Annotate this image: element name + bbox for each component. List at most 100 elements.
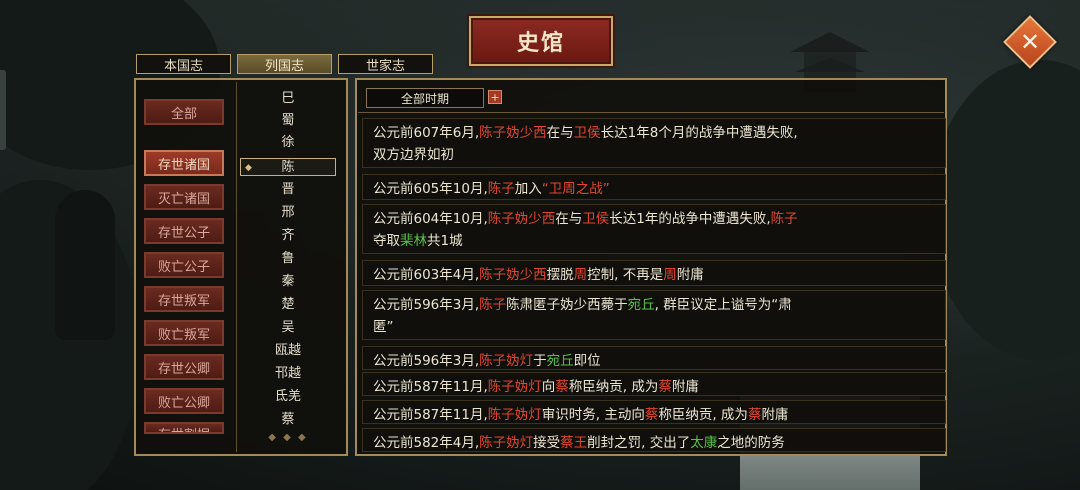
record-text: 公元前587年11月,	[373, 379, 488, 395]
country-item[interactable]: 鲁	[240, 250, 336, 268]
tab-noble-houses[interactable]: 世家志	[338, 54, 433, 74]
record-line: 公元前603年4月,陈子妫少西摆脱周控制, 不再是周附庸	[373, 264, 945, 286]
place-name: 棐林	[400, 233, 427, 249]
record-line: 公元前605年10月,陈子加入“卫周之战”	[373, 178, 945, 200]
scroll-ornament-icon: ◆ ◆ ◆	[268, 432, 308, 443]
history-record-row: 公元前603年4月,陈子妫少西摆脱周控制, 不再是周附庸	[362, 260, 946, 286]
expand-filter-button[interactable]: +	[488, 90, 502, 104]
page-title: 史馆	[469, 16, 613, 66]
category-existing-rebels-button[interactable]: 存世叛军	[144, 286, 224, 312]
country-item[interactable]: 楚	[240, 296, 336, 314]
entity-name: 蔡	[747, 407, 762, 423]
filter-divider	[358, 112, 944, 113]
record-text: 称臣纳贡, 成为	[568, 379, 659, 395]
record-text: 公元前607年6月,	[373, 125, 480, 141]
history-record-row: 公元前582年4月,陈子妫灯接受蔡王削封之罚, 交出了太康之地的防务	[362, 428, 946, 452]
record-text: 控制, 不再是	[587, 267, 664, 283]
entity-name: 卫侯	[582, 211, 610, 227]
country-item[interactable]: 徐	[240, 134, 336, 152]
side-handle[interactable]	[0, 70, 6, 150]
tab-own-country[interactable]: 本国志	[136, 54, 231, 74]
history-record-row: 公元前587年11月,陈子妫灯向蔡称臣纳贡, 成为蔡附庸	[362, 372, 946, 396]
record-text: 之地的防务	[717, 435, 785, 451]
entity-name: “卫周之战”	[541, 181, 610, 197]
category-existing-warlords-button[interactable]: 存世割据	[144, 422, 224, 434]
selected-diamond-icon: ◆	[245, 163, 252, 173]
country-item[interactable]: 蔡	[240, 411, 336, 429]
record-text: 陈肃匿子妫少西薨于	[506, 297, 628, 313]
entity-name: 周	[573, 267, 588, 283]
record-text: , 群臣议定上谥号为“肃	[654, 297, 792, 313]
record-line: 匿”	[373, 316, 945, 338]
country-list[interactable]: 巳 蜀 徐 ◆ 陈 晋 邢 齐 鲁 秦 楚 吴 瓯越 邗越 氐羌 蔡	[240, 88, 336, 430]
category-fallen-princes-button[interactable]: 败亡公子	[144, 252, 224, 278]
entity-name: 周	[663, 267, 677, 283]
category-existing-princes-button[interactable]: 存世公子	[144, 218, 224, 244]
record-text: 附庸	[671, 379, 699, 395]
history-record-row: 公元前587年11月,陈子妫灯审识时务, 主动向蔡称臣纳贡, 成为蔡附庸	[362, 400, 946, 424]
country-item[interactable]: 吴	[240, 319, 336, 337]
entity-name: 蔡	[555, 379, 569, 395]
record-text: 公元前596年3月,	[373, 353, 480, 369]
record-text: 夺取	[373, 233, 400, 249]
record-text: 附庸	[761, 407, 789, 423]
record-text: 称臣纳贡, 成为	[658, 407, 748, 423]
history-record-row: 公元前596年3月,陈子妫灯于宛丘即位	[362, 346, 946, 370]
tab-bar: 本国志 列国志 世家志	[136, 54, 433, 74]
entity-name: 陈子	[770, 211, 798, 227]
record-line: 公元前604年10月,陈子妫少西在与卫侯长达1年的战争中遭遇失败,陈子	[373, 208, 945, 230]
category-fallen-ministers-button[interactable]: 败亡公卿	[144, 388, 224, 414]
record-line: 公元前587年11月,陈子妫灯审识时务, 主动向蔡称臣纳贡, 成为蔡附庸	[373, 404, 945, 426]
history-record-row: 公元前605年10月,陈子加入“卫周之战”	[362, 174, 946, 200]
record-line: 公元前596年3月,陈子妫灯于宛丘即位	[373, 350, 945, 372]
character-silhouette	[55, 190, 115, 340]
record-line: 公元前596年3月,陈子陈肃匿子妫少西薨于宛丘, 群臣议定上谥号为“肃	[373, 294, 945, 316]
category-fallen-rebels-button[interactable]: 败亡叛军	[144, 320, 224, 346]
country-item[interactable]: 邢	[240, 204, 336, 222]
country-item[interactable]: 秦	[240, 273, 336, 291]
period-filter-dropdown[interactable]: 全部时期	[366, 88, 484, 108]
record-text: 匿”	[373, 319, 394, 335]
record-text: 接受	[533, 435, 561, 451]
category-existing-states-button[interactable]: 存世诸国	[144, 150, 224, 176]
entity-name: 蔡	[658, 379, 672, 395]
tab-all-countries[interactable]: 列国志	[237, 54, 332, 74]
entity-name: 蔡王	[560, 435, 588, 451]
country-item[interactable]: 齐	[240, 227, 336, 245]
record-text: 长达1年8个月的战争中遭遇失败,	[600, 125, 798, 141]
record-text: 双方边界如初	[373, 147, 454, 163]
country-item[interactable]: 巳	[240, 90, 336, 108]
panel-divider	[236, 82, 237, 452]
category-existing-ministers-button[interactable]: 存世公卿	[144, 354, 224, 380]
record-text: 削封之罚, 交出了	[587, 435, 691, 451]
record-line: 公元前607年6月,陈子妫少西在与卫侯长达1年8个月的战争中遭遇失败,	[373, 122, 945, 144]
record-text: 公元前603年4月,	[373, 267, 480, 283]
close-icon[interactable]: ✕	[1011, 23, 1049, 61]
record-text: 公元前604年10月,	[373, 211, 488, 227]
category-all-button[interactable]: 全部	[144, 99, 224, 125]
record-line: 公元前582年4月,陈子妫灯接受蔡王削封之罚, 交出了太康之地的防务	[373, 432, 945, 454]
country-item[interactable]: 瓯越	[240, 342, 336, 360]
record-text: 长达1年的战争中遭遇失败,	[609, 211, 771, 227]
place-name: 宛丘	[546, 353, 574, 369]
record-text: 公元前587年11月,	[373, 407, 488, 423]
record-line: 双方边界如初	[373, 144, 945, 166]
country-item[interactable]: 氐羌	[240, 388, 336, 406]
entity-name: 陈子妫少西	[479, 267, 547, 283]
record-text: 在与	[555, 211, 583, 227]
entity-name: 陈子妫少西	[487, 211, 556, 227]
record-text: 审识时务, 主动向	[541, 407, 645, 423]
country-item[interactable]: 蜀	[240, 112, 336, 130]
country-item[interactable]: 邗越	[240, 365, 336, 383]
country-item-selected[interactable]: ◆ 陈	[240, 158, 336, 176]
page-title-text: 史馆	[516, 31, 565, 56]
record-text: 于	[533, 353, 547, 369]
record-text: 摆脱	[546, 267, 574, 283]
country-item-label: 陈	[281, 160, 295, 175]
country-item[interactable]: 晋	[240, 181, 336, 199]
record-text: 在与	[546, 125, 574, 141]
record-text: 公元前605年10月,	[373, 181, 488, 197]
record-line: 夺取棐林共1城	[373, 230, 945, 252]
entity-name: 陈子	[479, 297, 507, 313]
category-fallen-states-button[interactable]: 灭亡诸国	[144, 184, 224, 210]
